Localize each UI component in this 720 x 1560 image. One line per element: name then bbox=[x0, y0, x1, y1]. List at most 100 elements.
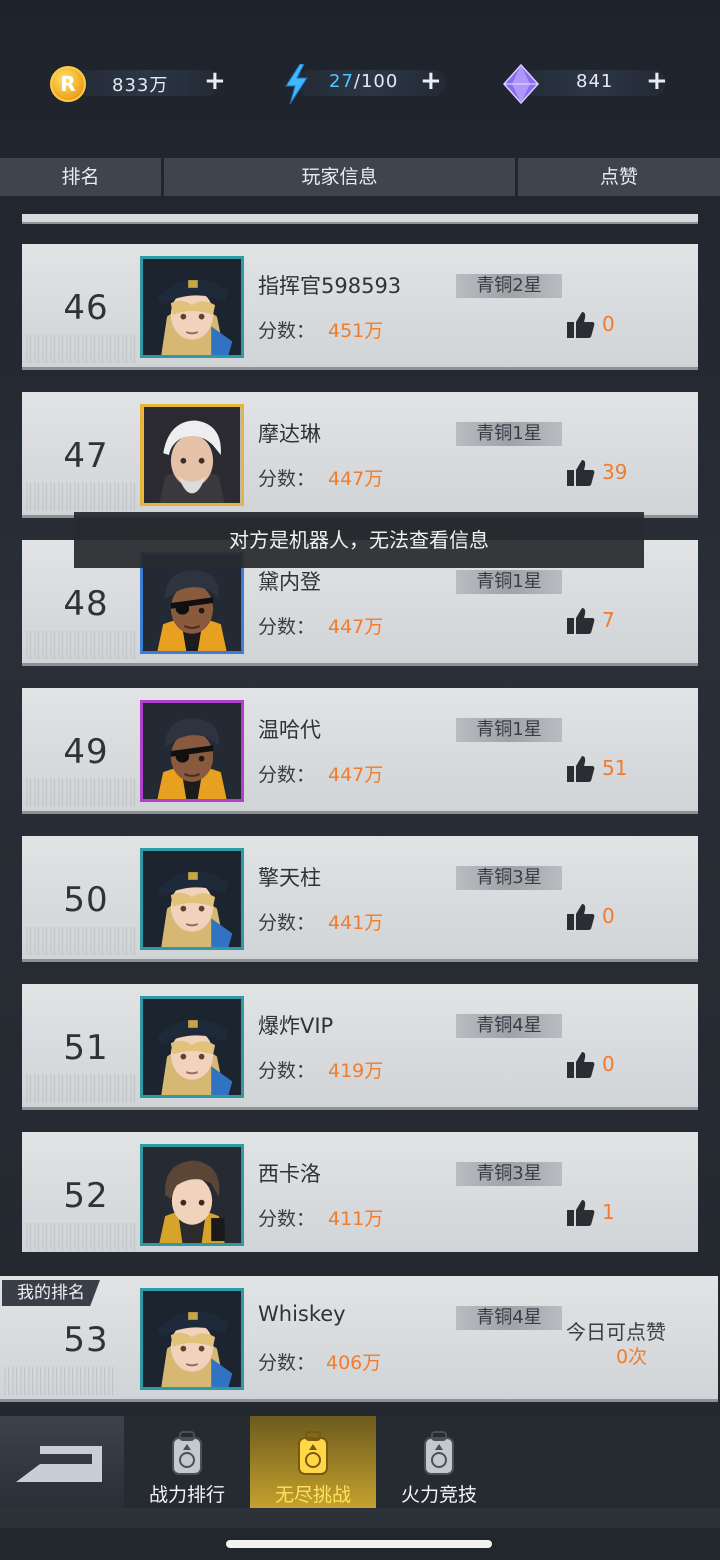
player-avatar[interactable] bbox=[140, 848, 244, 950]
diamond-icon bbox=[502, 64, 540, 104]
rank-number: 46 bbox=[63, 288, 109, 328]
backpack-icon bbox=[172, 1431, 202, 1475]
nav-tab-2[interactable]: 无尽挑战 bbox=[250, 1416, 376, 1508]
nav-tab-label: 战力排行 bbox=[148, 1484, 225, 1506]
bottom-nav: 战力排行 无尽挑战 火力竞技 bbox=[0, 1416, 720, 1508]
like-count: 7 bbox=[602, 608, 615, 632]
score-value: 419万 bbox=[328, 1060, 384, 1082]
player-avatar[interactable] bbox=[140, 404, 244, 506]
barcode-decoration bbox=[26, 779, 136, 807]
rank-number: 47 bbox=[63, 436, 109, 476]
score-label: 分数： bbox=[258, 320, 316, 342]
player-avatar[interactable] bbox=[140, 700, 244, 802]
score-value: 441万 bbox=[328, 912, 384, 934]
robot-toast: 对方是机器人，无法查看信息 bbox=[74, 512, 644, 568]
score-value: 451万 bbox=[328, 320, 384, 342]
barcode-decoration bbox=[26, 1223, 136, 1251]
rank-number: 48 bbox=[63, 584, 109, 624]
tier-badge: 青铜1星 bbox=[456, 718, 562, 742]
back-arrow-icon bbox=[16, 1446, 102, 1482]
player-name: 摩达琳 bbox=[258, 422, 321, 446]
header-likes: 点赞 bbox=[518, 158, 720, 196]
player-avatar[interactable] bbox=[140, 256, 244, 358]
ranking-list[interactable]: 46 指挥官598593 青铜2星 分数： 451万 0 47 摩达琳 青铜1星 分数： 447万 3… bbox=[0, 196, 720, 1252]
player-avatar[interactable] bbox=[140, 1144, 244, 1246]
barcode-decoration bbox=[26, 631, 136, 659]
score-label: 分数： bbox=[258, 912, 316, 934]
player-name: 黛内登 bbox=[258, 570, 321, 594]
my-rank-badge: 我的排名 bbox=[2, 1280, 100, 1306]
ranking-row[interactable]: 47 摩达琳 青铜1星分数： 447万 39 bbox=[22, 392, 698, 518]
barcode-decoration bbox=[26, 1075, 136, 1103]
thumbs-up-icon[interactable] bbox=[566, 1050, 596, 1080]
backpack-icon bbox=[298, 1431, 328, 1475]
score-label: 分数： bbox=[258, 1060, 316, 1082]
player-name: 温哈代 bbox=[258, 718, 321, 742]
table-header: 排名 玩家信息 点赞 bbox=[0, 158, 720, 196]
backpack-icon bbox=[424, 1431, 454, 1475]
add-gems-button[interactable]: + bbox=[646, 66, 668, 96]
my-score-value: 406万 bbox=[326, 1352, 382, 1374]
score-label: 分数： bbox=[258, 764, 316, 786]
thumbs-up-icon[interactable] bbox=[566, 606, 596, 636]
ranking-row[interactable]: 46 指挥官598593 青铜2星分数： 451万 0 bbox=[22, 244, 698, 370]
thumbs-up-icon[interactable] bbox=[566, 1198, 596, 1228]
barcode-decoration bbox=[26, 927, 136, 955]
thumbs-up-icon[interactable] bbox=[566, 458, 596, 488]
tier-badge: 青铜3星 bbox=[456, 1162, 562, 1186]
player-name: 爆炸VIP bbox=[258, 1014, 334, 1038]
my-tier-badge: 青铜4星 bbox=[456, 1306, 562, 1330]
player-name: 西卡洛 bbox=[258, 1162, 321, 1186]
score-label: 分数： bbox=[258, 468, 316, 490]
like-count: 51 bbox=[602, 756, 628, 780]
tier-badge: 青铜4星 bbox=[456, 1014, 562, 1038]
nav-tab-3[interactable]: 火力竞技 bbox=[376, 1416, 502, 1508]
score-value: 447万 bbox=[328, 616, 384, 638]
player-name: 指挥官598593 bbox=[258, 274, 402, 298]
thumbs-up-icon[interactable] bbox=[566, 754, 596, 784]
ranking-row[interactable]: 51 爆炸VIP 青铜4星分数： 419万 0 bbox=[22, 984, 698, 1110]
home-indicator[interactable] bbox=[226, 1540, 492, 1548]
gem-value: 841 bbox=[576, 71, 614, 92]
rank-number: 51 bbox=[63, 1028, 109, 1068]
my-avatar[interactable] bbox=[140, 1288, 244, 1390]
my-rank-number: 53 bbox=[63, 1320, 109, 1360]
nav-tab-label: 无尽挑战 bbox=[274, 1484, 351, 1506]
tier-badge: 青铜1星 bbox=[456, 422, 562, 446]
like-count: 39 bbox=[602, 460, 628, 484]
player-avatar[interactable] bbox=[140, 996, 244, 1098]
score-label: 分数： bbox=[258, 1208, 316, 1230]
nav-tab-1[interactable]: 战力排行 bbox=[124, 1416, 250, 1508]
resource-bar: R 833万 + 27/100 + 841 + bbox=[0, 58, 720, 108]
ranking-row[interactable]: 50 擎天柱 青铜3星 分数： 441万 0 bbox=[22, 836, 698, 962]
rank-number: 50 bbox=[63, 880, 109, 920]
tier-badge: 青铜2星 bbox=[456, 274, 562, 298]
barcode-decoration bbox=[26, 483, 136, 511]
barcode-decoration bbox=[26, 335, 136, 363]
score-label: 分数： bbox=[258, 616, 316, 638]
rank-number: 52 bbox=[63, 1176, 109, 1216]
my-score-label: 分数： bbox=[258, 1352, 316, 1374]
score-value: 447万 bbox=[328, 764, 384, 786]
like-count: 1 bbox=[602, 1200, 615, 1224]
back-button[interactable] bbox=[0, 1416, 124, 1508]
like-count: 0 bbox=[602, 904, 615, 928]
header-player-info: 玩家信息 bbox=[164, 158, 515, 196]
my-rank-card[interactable]: 我的排名 53 Whiskey 青铜4星 分数： 406万 今日可点赞 0次 bbox=[0, 1276, 718, 1402]
thumbs-up-icon[interactable] bbox=[566, 902, 596, 932]
gem-resource: 841 + bbox=[0, 58, 720, 108]
player-name: 擎天柱 bbox=[258, 866, 321, 890]
previous-card-edge bbox=[22, 214, 698, 224]
score-value: 447万 bbox=[328, 468, 384, 490]
rank-number: 49 bbox=[63, 732, 109, 772]
like-count: 0 bbox=[602, 312, 615, 336]
header-rank: 排名 bbox=[0, 158, 161, 196]
ranking-row[interactable]: 49 温哈代 青铜1星分数： 447万 51 bbox=[22, 688, 698, 814]
tier-badge: 青铜1星 bbox=[456, 570, 562, 594]
score-value: 411万 bbox=[328, 1208, 384, 1230]
thumbs-up-icon[interactable] bbox=[566, 310, 596, 340]
barcode-decoration bbox=[4, 1367, 114, 1395]
nav-tab-label: 火力竞技 bbox=[400, 1484, 477, 1506]
like-count: 0 bbox=[602, 1052, 615, 1076]
ranking-row[interactable]: 52 西卡洛 青铜3星分数： 411万 1 bbox=[22, 1132, 698, 1252]
